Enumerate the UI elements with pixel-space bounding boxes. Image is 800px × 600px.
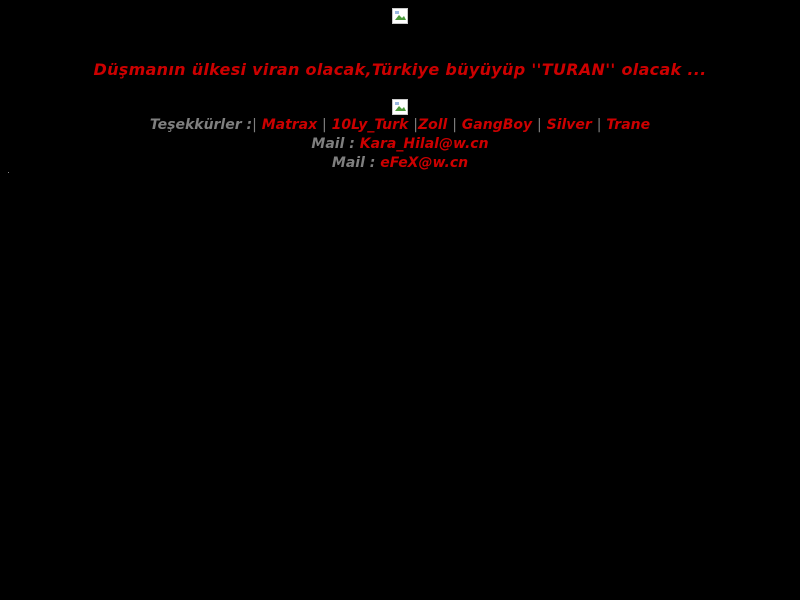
stray-dot [8,172,9,173]
thanks-link-matrax[interactable]: Matrax [262,117,317,133]
mail-line: Mail : Kara_Hilal@w.cn [0,135,800,154]
mail-link-kara-hilal[interactable]: Kara_Hilal@w.cn [360,136,489,152]
mail-line: Mail : eFeX@w.cn [0,154,800,173]
separator: | [252,117,257,133]
thanks-link-zoll[interactable]: Zoll [418,117,447,133]
thanks-line: Teşekkürler :| Matrax | 10Ly_Turk |Zoll … [0,116,800,135]
headline: Düşmanın ülkesi viran olacak,Türkiye büy… [0,60,800,79]
headline-text: Düşmanın ülkesi viran olacak,Türkiye büy… [93,60,707,79]
thanks-link-trane[interactable]: Trane [606,117,650,133]
separator: | [452,117,457,133]
mail-label: Mail : [311,136,355,152]
thanks-link-gangboy[interactable]: GangBoy [462,117,532,133]
mail-link-efex[interactable]: eFeX@w.cn [380,155,468,171]
broken-image-icon [392,8,408,24]
thanks-link-silver[interactable]: Silver [547,117,592,133]
separator: | [537,117,542,133]
separator: | [322,117,327,133]
thanks-label: Teşekkürler : [149,117,253,133]
mail-label: Mail : [331,155,376,171]
thanks-link-10ly-turk[interactable]: 10Ly_Turk [332,117,409,133]
broken-image-icon [392,99,408,115]
separator: | [596,117,602,133]
